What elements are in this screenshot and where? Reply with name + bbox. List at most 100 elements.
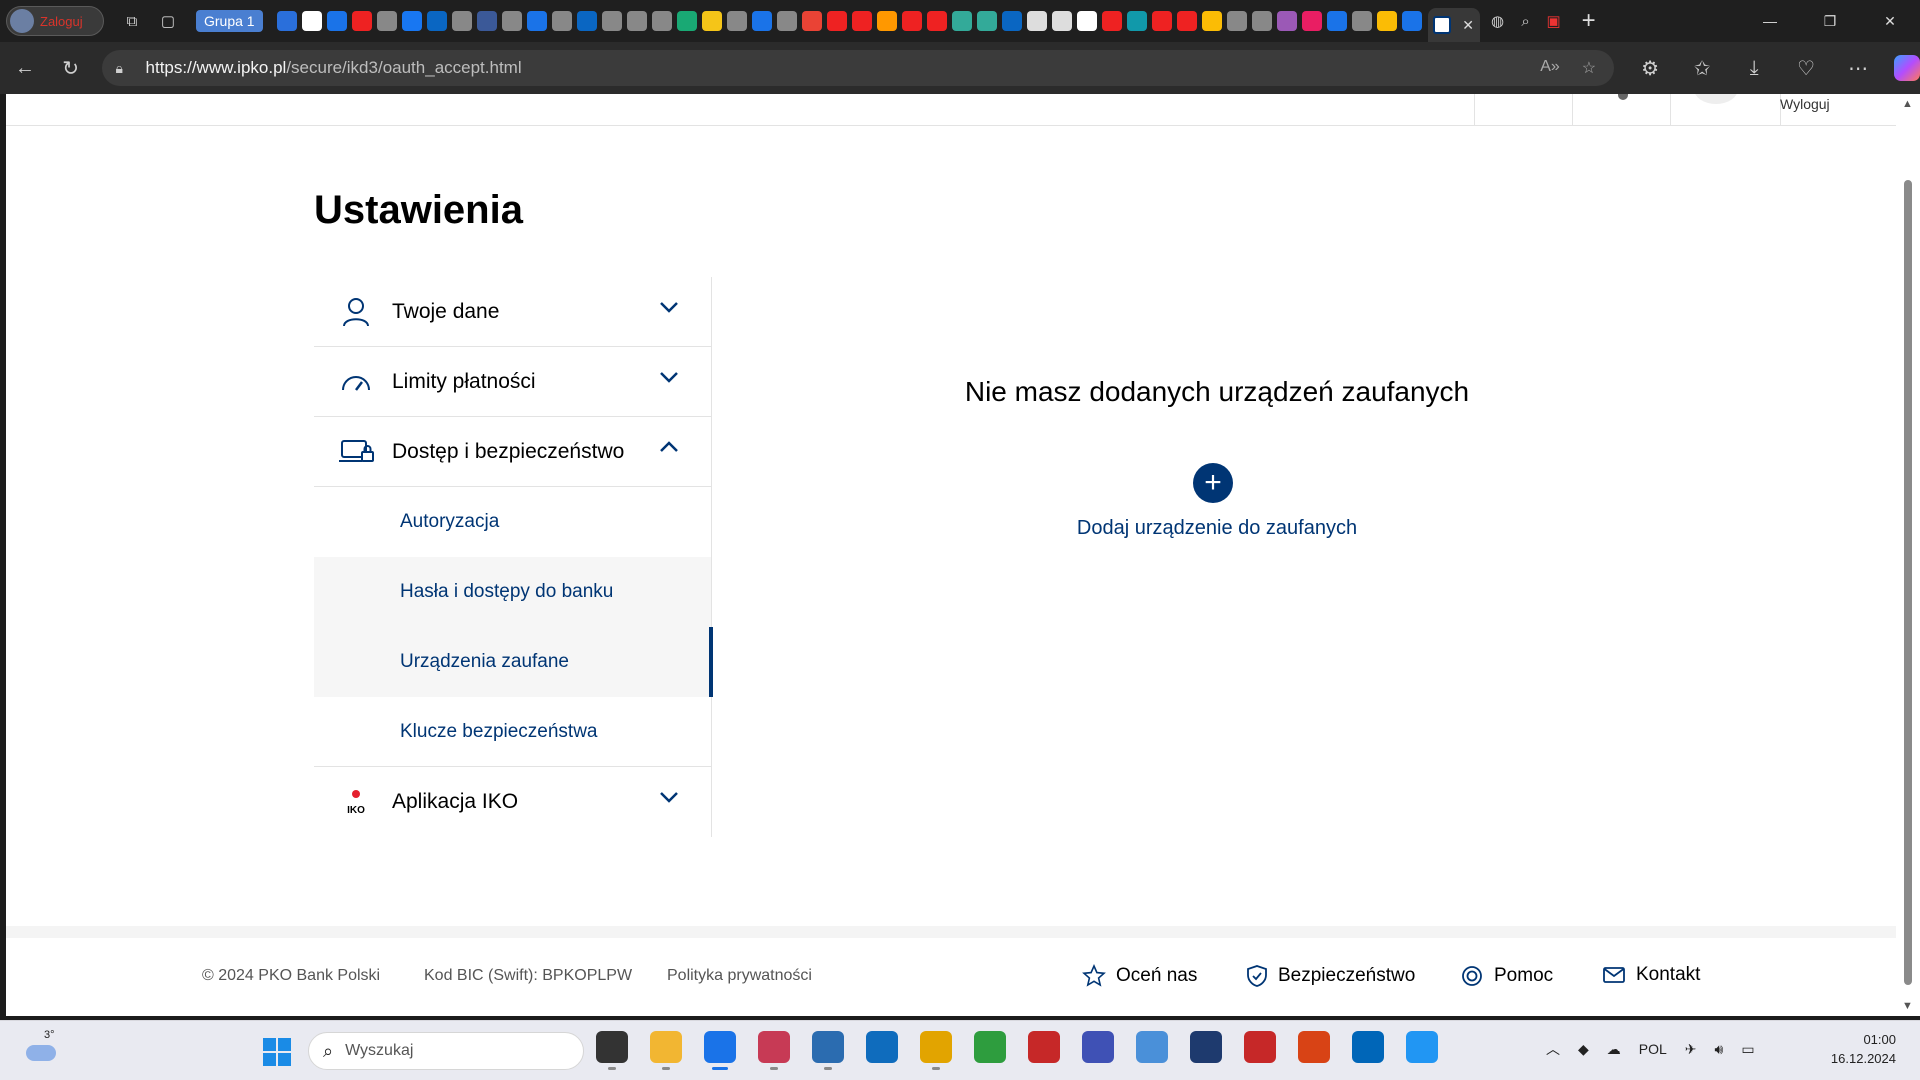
back-button[interactable]: ← (2, 48, 48, 88)
tab-favicon-icon[interactable] (576, 11, 597, 31)
tab-active[interactable]: ✕ (1427, 8, 1480, 42)
taskbar-app-icon[interactable] (758, 1031, 790, 1070)
taskbar-clock[interactable]: 01:00 16.12.2024 (1831, 1030, 1896, 1068)
tab-favicon-icon[interactable] (776, 11, 797, 31)
taskbar-app-icon[interactable] (920, 1031, 952, 1070)
tab-favicon-icon[interactable] (826, 11, 847, 31)
menu-limity[interactable]: Limity płatności (314, 347, 711, 417)
tab-favicon-icon[interactable] (526, 11, 547, 31)
tab-favicon-icon[interactable] (726, 11, 747, 31)
globe-tab-icon[interactable]: ◍ (1484, 7, 1512, 35)
taskbar-app-icon[interactable] (866, 1031, 898, 1063)
tab-favicon-icon[interactable] (1176, 11, 1197, 31)
tab-favicon-icon[interactable] (301, 11, 322, 31)
tab-favicon-icon[interactable] (1201, 11, 1222, 31)
tab-favicon-icon[interactable] (626, 11, 647, 31)
footer-rate-link[interactable]: Oceń nas (1082, 964, 1197, 988)
site-info-icon[interactable]: 🔒︎ (116, 60, 136, 77)
taskbar-search[interactable]: ⌕ Wyszukaj (308, 1032, 584, 1070)
favorites-icon[interactable]: ✩ (1676, 48, 1728, 88)
footer-contact-link[interactable]: Kontakt (1602, 964, 1700, 986)
tab-favicon-icon[interactable] (351, 11, 372, 31)
tab-favicon-icon[interactable] (676, 11, 697, 31)
tab-favicon-icon[interactable] (901, 11, 922, 31)
tab-favicon-icon[interactable] (951, 11, 972, 31)
more-menu-icon[interactable]: ⋯ (1832, 48, 1884, 88)
restore-button[interactable]: ❐ (1800, 0, 1860, 42)
tab-favicon-icon[interactable] (651, 11, 672, 31)
tab-favicon-icon[interactable] (426, 11, 447, 31)
tab-favicon-icon[interactable] (1301, 11, 1322, 31)
tab-favicon-icon[interactable] (876, 11, 897, 31)
tab-favicon-icon[interactable] (1026, 11, 1047, 31)
tab-favicon-icon[interactable] (451, 11, 472, 31)
notifications-icon[interactable] (1618, 94, 1628, 100)
start-button[interactable] (263, 1038, 291, 1066)
taskbar-app-icon[interactable] (1136, 1031, 1168, 1063)
add-device-link[interactable]: Dodaj urządzenie do zaufanych (712, 517, 1722, 540)
submenu-hasla[interactable]: Hasła i dostępy do banku (314, 557, 711, 627)
close-window-button[interactable]: ✕ (1860, 0, 1920, 42)
tab-favicon-icon[interactable] (976, 11, 997, 31)
footer-security-link[interactable]: Bezpieczeństwo (1246, 964, 1415, 988)
eagle-tab-icon[interactable]: ▣ (1540, 7, 1568, 35)
tab-favicon-icon[interactable] (1001, 11, 1022, 31)
refresh-button[interactable]: ↻ (48, 48, 94, 88)
scroll-down-icon[interactable]: ▼ (1902, 1000, 1913, 1012)
tab-group-label[interactable]: Grupa 1 (196, 10, 263, 32)
tab-favicon-icon[interactable] (476, 11, 497, 31)
new-tab-button[interactable]: + (1582, 7, 1596, 35)
taskbar-app-icon[interactable] (1028, 1031, 1060, 1063)
footer-privacy-link[interactable]: Polityka prywatności (667, 967, 812, 985)
downloads-icon[interactable]: ⤓ (1728, 48, 1780, 88)
profile-button[interactable]: Zaloguj (6, 6, 104, 36)
taskbar-app-icon[interactable] (812, 1031, 844, 1070)
menu-twoje-dane[interactable]: Twoje dane (314, 277, 711, 347)
extensions-icon[interactable]: ⚙ (1624, 48, 1676, 88)
show-hidden-icons-icon[interactable]: ︿ (1546, 1039, 1560, 1059)
weather-widget[interactable]: 3° (24, 1029, 60, 1067)
taskbar-app-icon[interactable] (596, 1031, 628, 1070)
scrollbar-thumb[interactable] (1904, 180, 1912, 985)
vertical-tabs-icon[interactable]: ▢ (154, 7, 182, 35)
taskbar-app-icon[interactable] (1244, 1031, 1276, 1063)
browser-essentials-icon[interactable]: ♡ (1780, 48, 1832, 88)
taskbar-app-icon[interactable] (650, 1031, 682, 1070)
tab-favicon-icon[interactable] (1226, 11, 1247, 31)
taskbar-app-icon[interactable] (974, 1031, 1006, 1063)
submenu-autoryzacja[interactable]: Autoryzacja (314, 487, 711, 557)
taskbar-app-icon[interactable] (1406, 1031, 1438, 1063)
workspaces-icon[interactable]: ⧉ (118, 7, 146, 35)
tab-favicon-icon[interactable] (501, 11, 522, 31)
dropbox-icon[interactable]: ◆ (1578, 1041, 1589, 1058)
tab-favicon-icon[interactable] (1251, 11, 1272, 31)
tab-favicon-icon[interactable] (1126, 11, 1147, 31)
tab-favicon-icon[interactable] (326, 11, 347, 31)
network-icon[interactable]: ✈ (1685, 1041, 1697, 1058)
tab-favicon-icon[interactable] (276, 11, 297, 31)
favorite-star-icon[interactable]: ☆ (1582, 58, 1596, 78)
tab-favicon-icon[interactable] (1276, 11, 1297, 31)
taskbar-app-icon[interactable] (1298, 1031, 1330, 1063)
taskbar-app-icon[interactable] (1352, 1031, 1384, 1063)
scroll-up-icon[interactable]: ▲ (1902, 98, 1913, 110)
taskbar-app-icon[interactable] (704, 1031, 736, 1070)
address-bar[interactable]: 🔒︎ https://www.ipko.pl/secure/ikd3/oauth… (101, 50, 1615, 86)
tab-favicon-icon[interactable] (1151, 11, 1172, 31)
tab-favicon-icon[interactable] (701, 11, 722, 31)
tab-favicon-icon[interactable] (1101, 11, 1122, 31)
tab-favicon-icon[interactable] (376, 11, 397, 31)
tab-favicon-icon[interactable] (551, 11, 572, 31)
search-tab-icon[interactable]: ⌕ (1512, 7, 1540, 35)
copilot-icon[interactable] (1894, 55, 1920, 81)
read-aloud-icon[interactable]: A» (1540, 58, 1560, 78)
taskbar-app-icon[interactable] (1082, 1031, 1114, 1063)
language-indicator[interactable]: POL (1639, 1041, 1667, 1057)
tab-favicon-icon[interactable] (401, 11, 422, 31)
close-tab-icon[interactable]: ✕ (1462, 17, 1474, 34)
battery-icon[interactable]: ▭ (1741, 1041, 1754, 1058)
user-avatar[interactable] (1694, 94, 1738, 104)
add-device-button[interactable]: + (1193, 463, 1233, 503)
logout-link[interactable]: Wyloguj (1780, 96, 1830, 112)
tab-favicon-icon[interactable] (1051, 11, 1072, 31)
